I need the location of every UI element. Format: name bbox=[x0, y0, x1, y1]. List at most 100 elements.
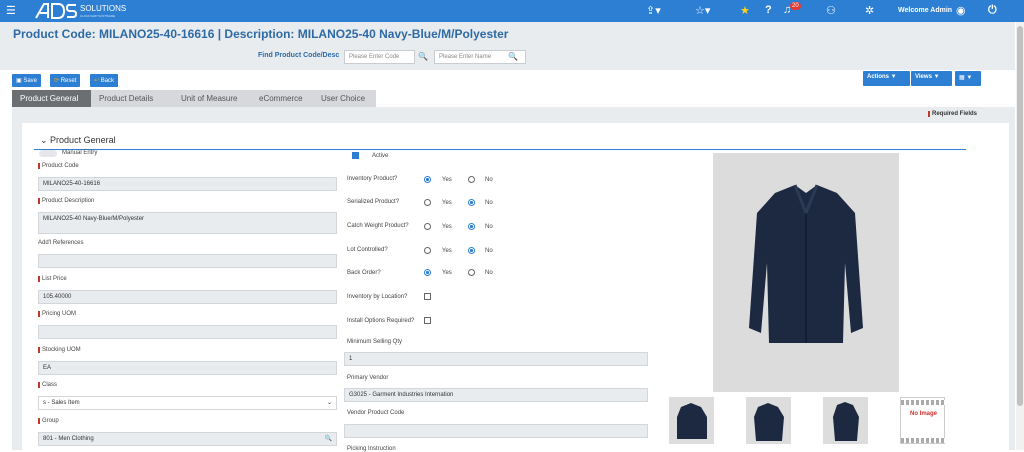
refs-label: Add'l References bbox=[38, 240, 84, 246]
name-search-placeholder: Please Enter Name bbox=[439, 54, 492, 60]
product-code-label: Product Code bbox=[38, 163, 79, 169]
svg-text:SOLUTIONS: SOLUTIONS bbox=[80, 4, 126, 13]
search-icon[interactable]: 🔍 bbox=[325, 435, 332, 442]
serialized-no-radio[interactable] bbox=[468, 199, 475, 206]
list-price-label: List Price bbox=[38, 276, 67, 282]
tab-product-general[interactable]: Product General bbox=[12, 90, 91, 107]
jacket-image bbox=[749, 184, 863, 343]
lot-yes-radio[interactable] bbox=[424, 247, 431, 254]
stocking-uom-label: Stocking UOM bbox=[38, 347, 81, 353]
thumbnail-3[interactable] bbox=[823, 397, 868, 444]
thumbnail-3-image bbox=[833, 402, 859, 441]
vendor-code-field[interactable] bbox=[344, 424, 648, 438]
thumbnail-1-image bbox=[677, 403, 707, 439]
active-label: Active bbox=[372, 153, 389, 159]
group-value: 801 - Men Clothing bbox=[43, 436, 94, 442]
save-button[interactable]: ▣ Save bbox=[12, 74, 42, 87]
power-icon[interactable]: ⏻ bbox=[988, 4, 997, 17]
no-label: No bbox=[485, 200, 493, 206]
film-strip-bottom bbox=[901, 438, 946, 443]
description-field[interactable]: MILANO25-40 Navy-Blue/M/Polyester bbox=[38, 212, 337, 234]
catch-weight-no-radio[interactable] bbox=[468, 223, 475, 230]
inv-location-label: Inventory by Location? bbox=[347, 294, 408, 300]
serialized-yes-radio[interactable] bbox=[424, 199, 431, 206]
chevron-down-icon: ⌄ bbox=[326, 400, 332, 406]
back-button[interactable]: ↩ Back bbox=[90, 74, 119, 87]
product-code-field[interactable]: MILANO25-40-16616 bbox=[38, 177, 337, 191]
inventory-yes-radio[interactable] bbox=[424, 176, 431, 183]
welcome-text: Welcome Admin bbox=[898, 7, 953, 14]
thumbnail-1[interactable] bbox=[669, 397, 714, 444]
refs-field[interactable] bbox=[38, 254, 337, 268]
back-order-no-radio[interactable] bbox=[468, 269, 475, 276]
vendor-field[interactable]: G3025 - Garment Industries Internation bbox=[344, 388, 648, 402]
code-search-input[interactable]: Please Enter Code bbox=[344, 50, 415, 64]
notification-badge: 20 bbox=[790, 2, 801, 10]
install-checkbox[interactable] bbox=[424, 317, 431, 324]
group-label: Group bbox=[38, 418, 59, 424]
tab-product-details[interactable]: Product Details bbox=[91, 90, 173, 107]
gear-icon[interactable]: ✲ bbox=[865, 4, 874, 17]
min-qty-label: Minimum Selling Qty bbox=[347, 339, 403, 345]
save-label: Save bbox=[23, 78, 38, 84]
class-value: s - Sales Item bbox=[43, 400, 80, 406]
lot-no-radio[interactable] bbox=[468, 247, 475, 254]
no-label: No bbox=[485, 224, 493, 230]
reset-button[interactable]: ⟳ Reset bbox=[50, 74, 81, 87]
no-image-thumbnail: No Image bbox=[900, 397, 946, 444]
serialized-label: Serialized Product? bbox=[347, 199, 400, 205]
svg-text:CLOUD ERP SOFTWARE: CLOUD ERP SOFTWARE bbox=[80, 14, 115, 18]
class-select[interactable]: s - Sales Item ⌄ bbox=[38, 396, 337, 410]
help-icon[interactable]: ? bbox=[765, 4, 772, 16]
list-price-field[interactable]: 105.40000 bbox=[38, 290, 337, 304]
pricing-uom-field[interactable] bbox=[38, 325, 337, 339]
share-icon[interactable]: ⇪▾ bbox=[646, 4, 661, 17]
thumbnail-2[interactable] bbox=[746, 397, 791, 444]
yes-label: Yes bbox=[442, 224, 452, 230]
actions-button[interactable]: Actions ▼ bbox=[863, 71, 910, 86]
active-checkbox[interactable] bbox=[352, 152, 359, 159]
catch-weight-yes-radio[interactable] bbox=[424, 223, 431, 230]
section-title: Product General bbox=[50, 135, 116, 145]
page-title: Product Code: MILANO25-40-16616 | Descri… bbox=[13, 27, 509, 41]
inventory-label: Inventory Product? bbox=[347, 176, 398, 182]
required-fields-note: Required Fields bbox=[928, 111, 977, 117]
manual-entry-toggle[interactable] bbox=[39, 150, 57, 157]
scrollbar[interactable] bbox=[1016, 22, 1024, 450]
min-qty-field[interactable]: 1 bbox=[344, 352, 648, 366]
menu-icon[interactable]: ☰ bbox=[6, 4, 16, 17]
chevron-down-icon: ⌄ bbox=[40, 135, 51, 145]
views-button[interactable]: Views ▼ bbox=[911, 71, 952, 86]
no-image-text: No Image bbox=[909, 411, 937, 417]
yes-label: Yes bbox=[442, 270, 452, 276]
catch-weight-label: Catch Weight Product? bbox=[347, 223, 409, 229]
tab-user-choice[interactable]: User Choice bbox=[313, 90, 376, 107]
back-label: Back bbox=[100, 78, 115, 84]
reset-label: Reset bbox=[60, 78, 77, 84]
list-menu-button[interactable]: ▦ ▼ bbox=[955, 71, 981, 86]
top-bar: ☰ SOLUTIONS CLOUD ERP SOFTWARE ⇪▾ ☆▾ ★ ?… bbox=[0, 0, 1024, 22]
tab-ecommerce[interactable]: eCommerce bbox=[251, 90, 313, 107]
film-strip-top bbox=[901, 400, 946, 405]
section-header[interactable]: ⌄ Product General bbox=[40, 135, 116, 146]
thumbnail-2-image bbox=[754, 403, 784, 441]
tab-unit-of-measure[interactable]: Unit of Measure bbox=[173, 90, 251, 107]
inv-location-checkbox[interactable] bbox=[424, 293, 431, 300]
stocking-uom-field[interactable]: EA bbox=[38, 361, 337, 375]
back-order-yes-radio[interactable] bbox=[424, 269, 431, 276]
star-outline-icon[interactable]: ☆▾ bbox=[695, 4, 710, 17]
inventory-no-radio[interactable] bbox=[468, 176, 475, 183]
vendor-code-label: Vendor Product Code bbox=[347, 410, 405, 416]
yes-label: Yes bbox=[442, 177, 452, 183]
no-label: No bbox=[485, 270, 493, 276]
vendor-label: Primary Vendor bbox=[347, 375, 389, 381]
favorite-star-icon[interactable]: ★ bbox=[740, 4, 750, 17]
search-icon[interactable]: 🔍 bbox=[508, 52, 518, 61]
user-avatar-icon[interactable]: ◉ bbox=[956, 4, 966, 17]
search-icon[interactable]: 🔍 bbox=[418, 52, 428, 61]
yes-label: Yes bbox=[442, 248, 452, 254]
group-field[interactable]: 801 - Men Clothing 🔍 bbox=[38, 432, 337, 446]
scrollbar-thumb[interactable] bbox=[1017, 26, 1023, 406]
users-icon[interactable]: ⚇ bbox=[826, 4, 836, 17]
class-label: Class bbox=[38, 382, 57, 388]
